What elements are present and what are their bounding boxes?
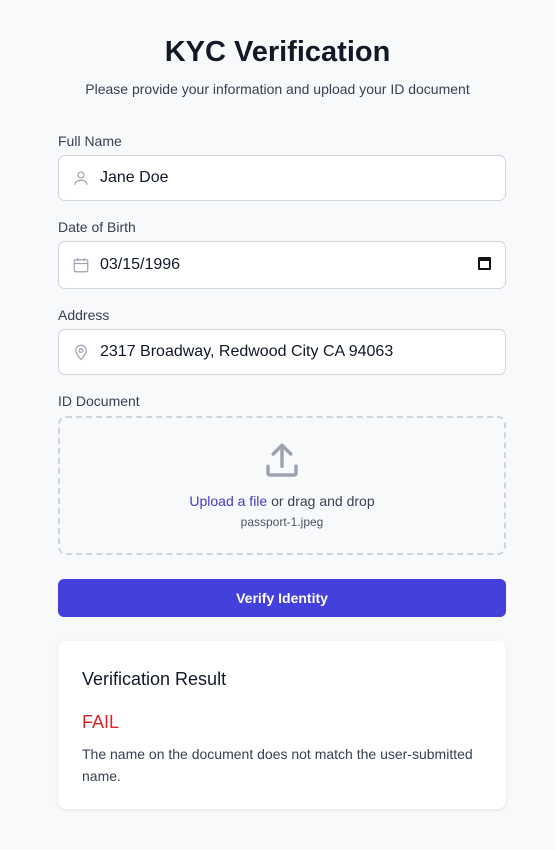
- page-subtitle: Please provide your information and uplo…: [85, 81, 470, 97]
- dob-field[interactable]: [58, 241, 506, 289]
- selected-file-name: passport-1.jpeg: [240, 515, 324, 529]
- upload-file-link[interactable]: Upload a file: [189, 493, 267, 509]
- calendar-icon: [73, 258, 89, 273]
- full-name-input[interactable]: [100, 169, 505, 187]
- dob-label: Date of Birth: [58, 219, 136, 235]
- date-picker-icon[interactable]: [478, 257, 491, 270]
- id-document-label: ID Document: [58, 393, 140, 409]
- address-field[interactable]: [58, 329, 506, 375]
- dob-input[interactable]: [100, 256, 505, 274]
- result-message: The name on the document does not match …: [82, 746, 473, 784]
- verification-result-card: Verification Result FAIL The name on the…: [58, 641, 506, 809]
- address-label: Address: [58, 307, 110, 323]
- page-title: KYC Verification: [164, 36, 391, 68]
- upload-icon: [266, 443, 298, 477]
- full-name-label: Full Name: [58, 133, 122, 149]
- address-input[interactable]: [100, 343, 505, 361]
- full-name-field[interactable]: [58, 155, 506, 201]
- result-status: FAIL: [82, 712, 120, 732]
- verify-identity-button[interactable]: Verify Identity: [58, 579, 506, 617]
- file-dropzone[interactable]: Upload a file or drag and drop passport-…: [58, 416, 506, 555]
- result-title: Verification Result: [82, 669, 227, 689]
- map-pin-icon: [75, 344, 87, 361]
- drag-drop-text: or drag and drop: [267, 493, 375, 509]
- user-icon: [74, 171, 88, 185]
